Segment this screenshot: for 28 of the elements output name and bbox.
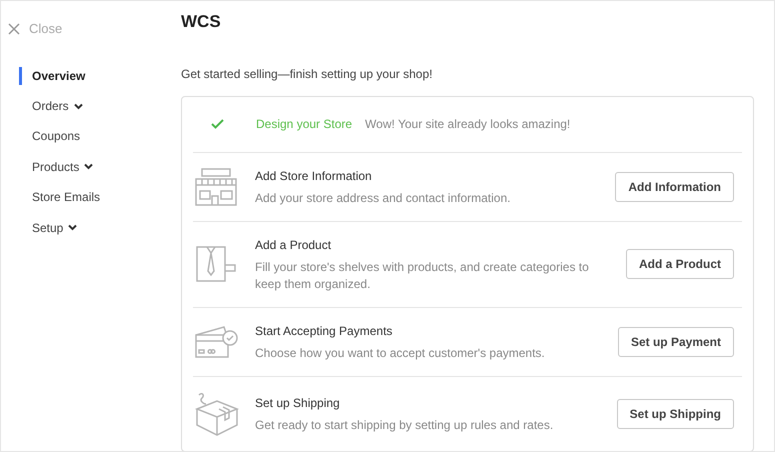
task-button[interactable]: Add Information [615,172,734,202]
subtitle: Get started selling—finish setting up your shop! [181,66,434,82]
nav-item[interactable]: Products [32,158,94,176]
task-title: Add a Product [255,236,332,254]
task-button[interactable]: Add a Product [626,249,734,279]
task-description: Add your store address and contact information. [255,190,512,206]
task-title: Design your Store [256,116,352,133]
nav-item[interactable]: Store Emails [32,188,100,206]
close-icon [7,22,21,36]
shipping-box-icon [193,390,239,436]
shirt-with-tag-icon [195,245,237,283]
task-description: Choose how you want to accept customer's payments. [255,344,546,362]
task-title: Start Accepting Payments [255,322,394,340]
task-button[interactable]: Set up Shipping [616,398,734,428]
task-title: Add Store Information [255,168,373,184]
nav-item[interactable]: Coupons [32,127,80,146]
credit-card-check-icon [194,324,238,358]
task-description: Get ready to start shipping by setting up rules and rates. [255,416,554,434]
nav-item[interactable]: Setup [32,218,78,237]
task-button[interactable]: Set up Payment [618,326,734,356]
check-icon [211,119,224,129]
storefront-icon [194,166,238,206]
task-title: Set up Shipping [255,394,341,412]
nav-item[interactable]: Overview [32,66,86,85]
task-description: Fill your store's shelves with products, and create categories to keep them organized. [255,258,590,292]
task-description: Wow! Your site already looks amazing! [365,116,570,133]
page-title: WCS [181,11,222,33]
nav-item[interactable]: Orders [32,97,83,116]
